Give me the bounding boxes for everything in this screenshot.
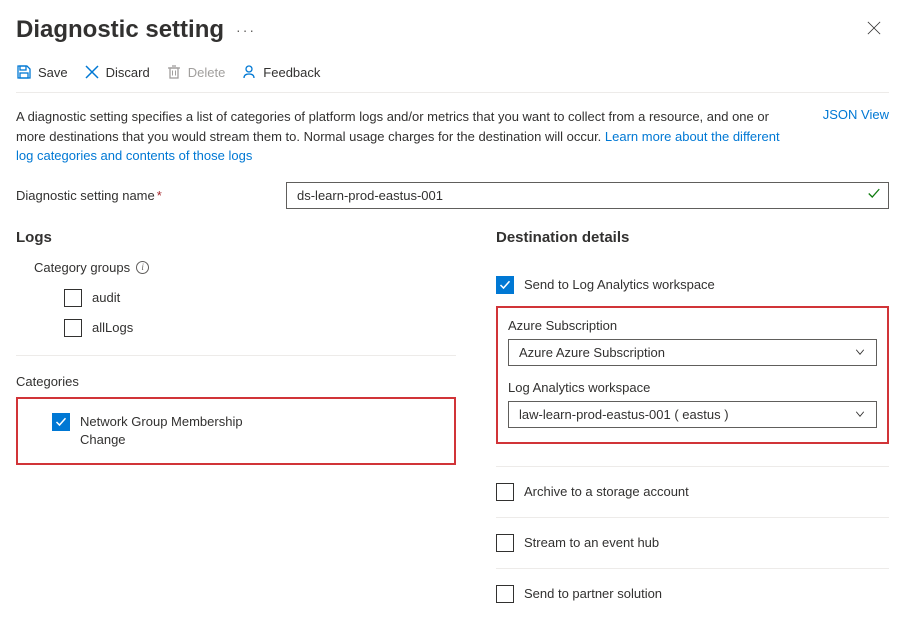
subscription-label: Azure Subscription bbox=[508, 318, 877, 333]
archive-storage-checkbox[interactable] bbox=[496, 483, 514, 501]
page-title: Diagnostic setting bbox=[16, 16, 224, 44]
destination-heading: Destination details bbox=[496, 229, 889, 246]
categories-heading: Categories bbox=[16, 374, 456, 389]
workspace-label: Log Analytics workspace bbox=[508, 380, 877, 395]
info-icon[interactable]: i bbox=[136, 261, 149, 274]
validation-check-icon bbox=[867, 187, 881, 204]
feedback-button[interactable]: Feedback bbox=[241, 64, 320, 80]
json-view-link[interactable]: JSON View bbox=[823, 107, 889, 122]
discard-label: Discard bbox=[106, 65, 150, 80]
delete-button: Delete bbox=[166, 64, 226, 80]
stream-eventhub-checkbox[interactable] bbox=[496, 534, 514, 552]
close-icon[interactable] bbox=[859, 17, 889, 44]
alllogs-checkbox[interactable] bbox=[64, 319, 82, 337]
send-log-analytics-checkbox[interactable] bbox=[496, 276, 514, 294]
chevron-down-icon bbox=[854, 346, 866, 358]
required-indicator: * bbox=[157, 188, 162, 203]
partner-solution-checkbox[interactable] bbox=[496, 585, 514, 603]
alllogs-label[interactable]: allLogs bbox=[92, 320, 133, 335]
delete-icon bbox=[166, 64, 182, 80]
network-group-checkbox[interactable] bbox=[52, 413, 70, 431]
save-icon bbox=[16, 64, 32, 80]
diagnostic-name-input[interactable] bbox=[286, 182, 889, 209]
subscription-dropdown[interactable]: Azure Azure Subscription bbox=[508, 339, 877, 366]
subscription-value: Azure Azure Subscription bbox=[519, 345, 665, 360]
delete-label: Delete bbox=[188, 65, 226, 80]
partner-solution-label[interactable]: Send to partner solution bbox=[524, 586, 662, 601]
chevron-down-icon bbox=[854, 408, 866, 420]
save-label: Save bbox=[38, 65, 68, 80]
feedback-label: Feedback bbox=[263, 65, 320, 80]
save-button[interactable]: Save bbox=[16, 64, 68, 80]
workspace-value: law-learn-prod-eastus-001 ( eastus ) bbox=[519, 407, 729, 422]
description-text: A diagnostic setting specifies a list of… bbox=[16, 107, 799, 166]
more-menu-icon[interactable]: ··· bbox=[236, 22, 256, 38]
highlight-box-categories: Network Group Membership Change bbox=[16, 397, 456, 465]
toolbar: Save Discard Delete Feedback bbox=[16, 64, 889, 93]
logs-heading: Logs bbox=[16, 229, 456, 246]
discard-icon bbox=[84, 64, 100, 80]
highlight-box-destination: Azure Subscription Azure Azure Subscript… bbox=[496, 306, 889, 444]
archive-storage-label[interactable]: Archive to a storage account bbox=[524, 484, 689, 499]
feedback-icon bbox=[241, 64, 257, 80]
discard-button[interactable]: Discard bbox=[84, 64, 150, 80]
diagnostic-name-label: Diagnostic setting name* bbox=[16, 188, 286, 203]
category-groups-heading: Category groups i bbox=[34, 260, 456, 275]
audit-label[interactable]: audit bbox=[92, 290, 120, 305]
audit-checkbox[interactable] bbox=[64, 289, 82, 307]
network-group-label[interactable]: Network Group Membership Change bbox=[80, 413, 280, 449]
send-log-analytics-label[interactable]: Send to Log Analytics workspace bbox=[524, 277, 715, 292]
workspace-dropdown[interactable]: law-learn-prod-eastus-001 ( eastus ) bbox=[508, 401, 877, 428]
stream-eventhub-label[interactable]: Stream to an event hub bbox=[524, 535, 659, 550]
divider bbox=[16, 355, 456, 356]
